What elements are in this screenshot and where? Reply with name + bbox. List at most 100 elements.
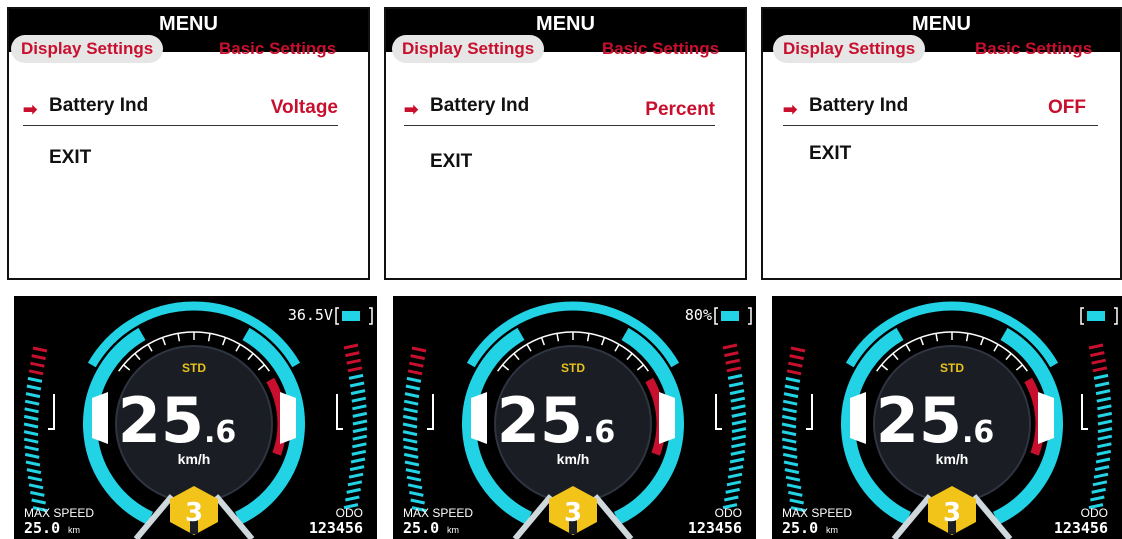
- dashboard-gauge: STD 25.6km/h 3 MAX SPEED25.0 km ODO123456: [781, 301, 1118, 539]
- tick-mark: [731, 442, 746, 449]
- tick-mark: [1097, 404, 1112, 411]
- tick-mark: [345, 351, 360, 358]
- tick-mark: [31, 498, 46, 505]
- tick-mark: [28, 369, 44, 376]
- dashboard-gauge: 80% STD 25.6km/h 3 MAX SPEED25.0 km ODO123456: [402, 301, 752, 539]
- battery-ind-value[interactable]: OFF: [1048, 97, 1086, 119]
- ride-mode: STD: [182, 361, 206, 375]
- odo-value: 123456: [1054, 519, 1108, 537]
- tick-mark: [1093, 472, 1109, 479]
- tab-basic-settings[interactable]: Basic Settings: [975, 35, 1092, 63]
- tick-mark: [726, 480, 742, 487]
- tick-mark: [1093, 373, 1109, 380]
- tick-mark: [405, 468, 421, 475]
- exit-item[interactable]: EXIT: [809, 143, 851, 165]
- tick-mark: [785, 376, 801, 383]
- dashboard-panel: 80% STD 25.6 km/h 3 MAX SPEED 25.0 km ODO 123456: [393, 296, 756, 539]
- speed-unit: km/h: [936, 451, 969, 467]
- tick-mark: [788, 490, 803, 497]
- tick-mark: [348, 373, 364, 380]
- tick-mark: [24, 407, 39, 414]
- tick-mark: [781, 437, 797, 444]
- menu-header: MENU Display Settings Basic Settings: [386, 9, 745, 63]
- ride-mode: STD: [940, 361, 964, 375]
- tick-mark: [402, 422, 418, 429]
- battery-ind-value[interactable]: Percent: [645, 99, 715, 121]
- max-speed-unit: km: [68, 525, 80, 535]
- speed-decimal: .6: [204, 415, 236, 450]
- right-tick-bar: [715, 343, 747, 510]
- scale-tick: [123, 364, 131, 371]
- tab-basic-settings[interactable]: Basic Settings: [219, 35, 336, 63]
- tick-mark: [404, 460, 420, 467]
- battery-ind-row[interactable]: ➡ Battery Ind Percent: [404, 93, 715, 126]
- scale-tick: [601, 337, 606, 346]
- tick-mark: [346, 487, 361, 494]
- tick-mark: [409, 361, 424, 368]
- exit-item[interactable]: EXIT: [430, 151, 472, 173]
- tick-mark: [786, 483, 802, 490]
- right-tick-bar: [336, 343, 368, 510]
- scale-tick: [626, 353, 633, 361]
- battery-ind-row[interactable]: ➡ Battery Ind OFF: [783, 93, 1098, 126]
- tick-mark: [352, 427, 368, 434]
- battery-ind-value[interactable]: Voltage: [271, 97, 338, 119]
- tick-mark: [410, 354, 425, 361]
- battery-readout: 80%: [685, 306, 712, 324]
- tick-mark: [1092, 480, 1108, 487]
- tick-mark: [25, 460, 41, 467]
- max-speed-label: MAX SPEED: [782, 506, 852, 520]
- tab-display-settings[interactable]: Display Settings: [11, 35, 164, 63]
- tick-mark: [786, 369, 802, 376]
- tab-display-settings[interactable]: Display Settings: [392, 35, 545, 63]
- speed-unit: km/h: [178, 451, 211, 467]
- tick-mark: [784, 384, 800, 391]
- tick-mark: [402, 437, 418, 444]
- scale-tick: [235, 343, 241, 352]
- battery-ind-row[interactable]: ➡ Battery Ind Voltage: [23, 93, 338, 126]
- battery-ind-label: Battery Ind: [49, 95, 149, 116]
- tick-mark: [731, 419, 747, 426]
- tick-mark: [731, 434, 747, 441]
- tick-bracket: [1081, 394, 1088, 430]
- tick-mark: [1090, 351, 1105, 358]
- odo-label: ODO: [336, 506, 363, 520]
- odo-value: 123456: [309, 519, 363, 537]
- arrow-right-icon: ➡: [23, 100, 38, 119]
- tick-mark: [402, 414, 418, 421]
- tick-mark: [348, 472, 364, 479]
- tick-mark: [25, 392, 41, 399]
- tab-display-settings[interactable]: Display Settings: [773, 35, 926, 63]
- tick-mark: [24, 399, 40, 406]
- menu-title: MENU: [536, 13, 595, 35]
- speed-decimal: .6: [583, 415, 615, 450]
- tick-mark: [352, 404, 367, 411]
- tick-mark: [784, 468, 800, 475]
- tick-mark: [781, 414, 797, 421]
- tick-mark: [782, 399, 798, 406]
- tick-mark: [1088, 343, 1104, 350]
- tick-bracket: [336, 394, 343, 430]
- tick-mark: [406, 376, 422, 383]
- scale-tick: [965, 333, 969, 342]
- right-lug: [280, 392, 296, 444]
- battery-fill: [721, 311, 739, 321]
- scale-tick: [586, 333, 590, 342]
- odo-value: 123456: [688, 519, 742, 537]
- tick-mark: [729, 457, 745, 464]
- tab-basic-settings[interactable]: Basic Settings: [602, 35, 719, 63]
- tick-mark: [782, 445, 797, 452]
- tick-mark: [1094, 381, 1110, 388]
- tick-mark: [27, 376, 43, 383]
- battery-ind-label: Battery Ind: [809, 95, 909, 116]
- tick-mark: [1097, 419, 1113, 426]
- tick-mark: [24, 452, 40, 459]
- tick-mark: [731, 411, 747, 418]
- tick-mark: [722, 343, 738, 350]
- max-speed-label: MAX SPEED: [24, 506, 94, 520]
- tick-mark: [789, 354, 804, 361]
- tick-mark: [23, 430, 39, 437]
- ride-mode: STD: [561, 361, 585, 375]
- exit-item[interactable]: EXIT: [49, 147, 91, 169]
- menu-panel: MENU Display Settings Basic Settings ➡ B…: [7, 7, 370, 280]
